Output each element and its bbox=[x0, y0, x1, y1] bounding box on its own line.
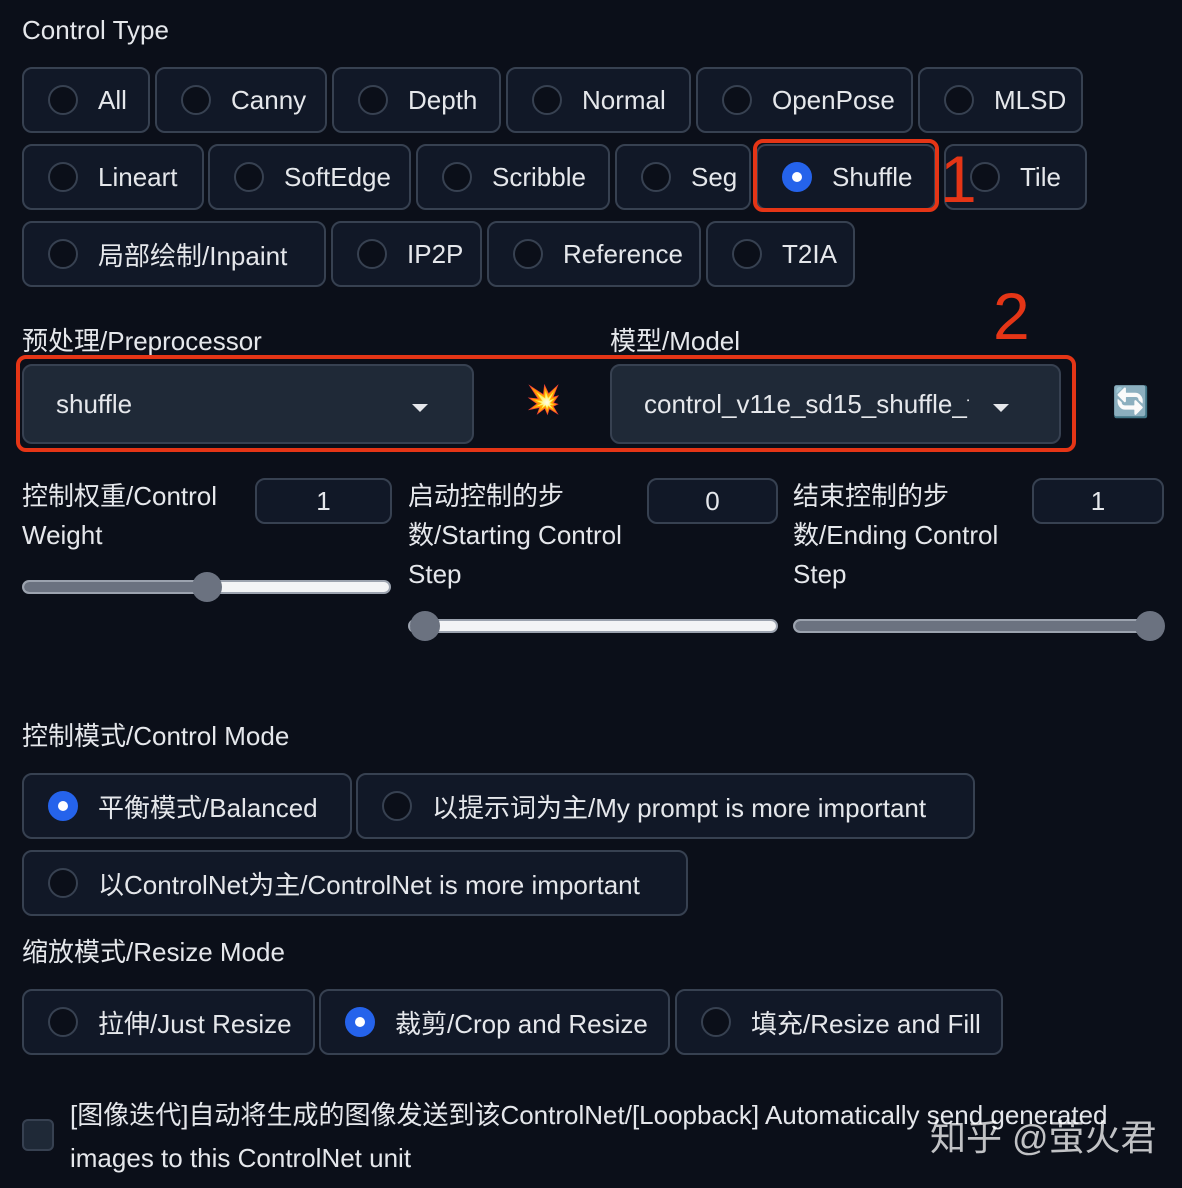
radio-indicator bbox=[722, 85, 752, 115]
option-ip2p[interactable]: IP2P bbox=[331, 221, 482, 287]
radio-indicator-selected bbox=[345, 1007, 375, 1037]
ending-step-input[interactable]: 1 bbox=[1032, 478, 1164, 524]
option-balanced[interactable]: 平衡模式/Balanced bbox=[22, 773, 352, 839]
radio-indicator bbox=[234, 162, 264, 192]
resize-mode-title: 缩放模式/Resize Mode bbox=[22, 937, 285, 967]
option-label: Lineart bbox=[98, 161, 178, 192]
slider-fill bbox=[24, 582, 207, 592]
option-scribble[interactable]: Scribble bbox=[416, 144, 610, 210]
annotation-box-1 bbox=[753, 139, 939, 212]
option-controlnet-important[interactable]: 以ControlNet为主/ControlNet is more importa… bbox=[22, 850, 688, 916]
radio-indicator-selected bbox=[48, 791, 78, 821]
radio-indicator bbox=[48, 162, 78, 192]
option-just-resize[interactable]: 拉伸/Just Resize bbox=[22, 989, 315, 1055]
option-label: Normal bbox=[582, 84, 666, 115]
option-label: 以ControlNet为主/ControlNet is more importa… bbox=[98, 869, 640, 900]
option-crop-and-resize[interactable]: 裁剪/Crop and Resize bbox=[319, 989, 670, 1055]
ending-step-label: 结束控制的步数/Ending Control Step bbox=[793, 481, 999, 589]
slider-thumb[interactable] bbox=[191, 572, 222, 602]
option-label: Depth bbox=[408, 84, 478, 115]
option-label: T2IA bbox=[782, 238, 837, 269]
option-label: 裁剪/Crop and Resize bbox=[395, 1008, 648, 1039]
annotation-number-2: 2 bbox=[993, 279, 1030, 353]
annotation-number-1: 1 bbox=[940, 142, 977, 216]
radio-indicator bbox=[48, 1007, 78, 1037]
starting-step-label: 启动控制的步数/Starting Control Step bbox=[408, 481, 622, 589]
option-depth[interactable]: Depth bbox=[332, 67, 501, 133]
radio-indicator bbox=[944, 85, 974, 115]
ending-step-slider[interactable] bbox=[793, 611, 1165, 641]
option-label: Canny bbox=[231, 84, 307, 115]
control-weight-input[interactable]: 1 bbox=[255, 478, 392, 524]
option-normal[interactable]: Normal bbox=[506, 67, 691, 133]
refresh-icon[interactable]: 🔄 bbox=[1112, 388, 1149, 418]
option-label: 以提示词为主/My prompt is more important bbox=[432, 792, 927, 823]
option-label: 拉伸/Just Resize bbox=[98, 1008, 292, 1039]
option-label: Seg bbox=[691, 161, 738, 192]
control-weight-slider[interactable] bbox=[22, 572, 391, 602]
radio-indicator bbox=[358, 85, 388, 115]
slider-thumb[interactable] bbox=[410, 611, 440, 641]
option-label: OpenPose bbox=[772, 84, 895, 115]
option-t2ia[interactable]: T2IA bbox=[706, 221, 855, 287]
radio-indicator bbox=[732, 239, 762, 269]
option-label: Scribble bbox=[492, 161, 586, 192]
option-inpaint[interactable]: 局部绘制/Inpaint bbox=[22, 221, 326, 287]
loopback-checkbox[interactable] bbox=[22, 1119, 54, 1151]
option-label: SoftEdge bbox=[284, 161, 391, 192]
radio-indicator bbox=[357, 239, 387, 269]
control-mode-title: 控制模式/Control Mode bbox=[22, 721, 290, 751]
option-lineart[interactable]: Lineart bbox=[22, 144, 204, 210]
control-weight-label: 控制权重/Control Weight bbox=[22, 481, 218, 550]
control-type-title: Control Type bbox=[22, 15, 169, 45]
radio-indicator bbox=[48, 85, 78, 115]
starting-step-slider[interactable] bbox=[408, 611, 778, 641]
option-label: All bbox=[98, 84, 127, 115]
radio-indicator bbox=[181, 85, 211, 115]
radio-indicator bbox=[48, 868, 78, 898]
radio-indicator bbox=[48, 239, 78, 269]
option-reference[interactable]: Reference bbox=[487, 221, 701, 287]
radio-indicator bbox=[382, 791, 412, 821]
radio-indicator bbox=[513, 239, 543, 269]
option-seg[interactable]: Seg bbox=[615, 144, 751, 210]
option-all[interactable]: All bbox=[22, 67, 150, 133]
watermark-text: 知乎 @萤火君 bbox=[930, 1117, 1157, 1158]
radio-indicator bbox=[641, 162, 671, 192]
option-softedge[interactable]: SoftEdge bbox=[208, 144, 411, 210]
annotation-box-2 bbox=[16, 355, 1076, 452]
starting-step-input[interactable]: 0 bbox=[647, 478, 778, 524]
slider-thumb[interactable] bbox=[1135, 611, 1165, 641]
option-label: 局部绘制/Inpaint bbox=[98, 240, 288, 271]
option-label: Tile bbox=[1020, 161, 1061, 192]
option-label: 平衡模式/Balanced bbox=[98, 792, 318, 823]
option-resize-and-fill[interactable]: 填充/Resize and Fill bbox=[675, 989, 1003, 1055]
radio-indicator bbox=[532, 85, 562, 115]
option-openpose[interactable]: OpenPose bbox=[696, 67, 913, 133]
radio-indicator bbox=[442, 162, 472, 192]
option-prompt-important[interactable]: 以提示词为主/My prompt is more important bbox=[356, 773, 975, 839]
option-mlsd[interactable]: MLSD bbox=[918, 67, 1083, 133]
option-label: MLSD bbox=[994, 84, 1067, 115]
option-label: Reference bbox=[563, 238, 683, 269]
slider-fill bbox=[795, 621, 1161, 631]
radio-indicator bbox=[701, 1007, 731, 1037]
option-canny[interactable]: Canny bbox=[155, 67, 327, 133]
option-label: IP2P bbox=[407, 238, 464, 269]
option-label: 填充/Resize and Fill bbox=[751, 1008, 981, 1039]
